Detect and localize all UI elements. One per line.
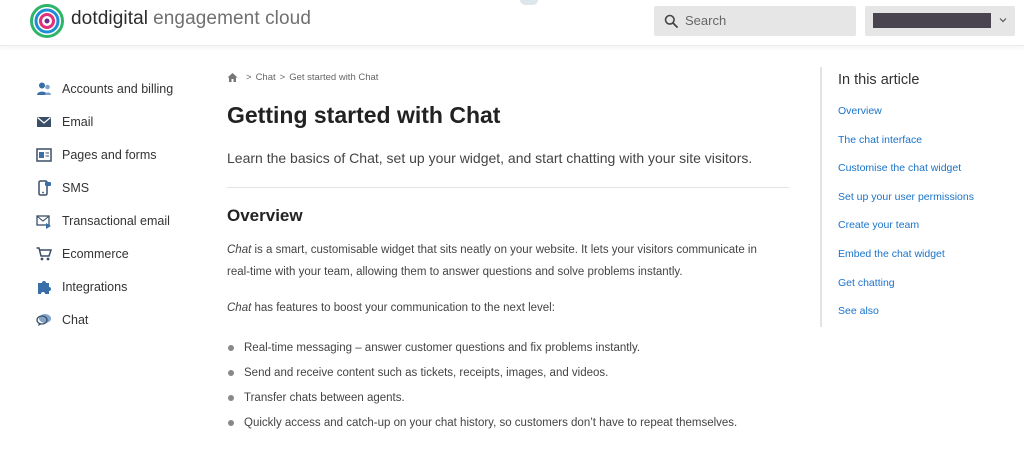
sidebar-item-label: Ecommerce: [62, 246, 129, 261]
sidebar-item-pages-and-forms[interactable]: Pages and forms: [36, 138, 226, 171]
toc-link-create-team[interactable]: Create your team: [838, 219, 919, 231]
article-main: > Chat > Get started with Chat Getting s…: [227, 68, 790, 435]
list-item: Quickly access and catch-up on your chat…: [227, 410, 790, 435]
toc-item: Set up your user permissions: [838, 191, 1010, 220]
paragraph-text: is a smart, customisable widget that sit…: [227, 244, 757, 278]
list-item-text: Quickly access and catch-up on your chat…: [244, 416, 738, 429]
overview-paragraph-1: Chat is a smart, customisable widget tha…: [227, 239, 782, 283]
top-indicator: [520, 0, 538, 5]
sidebar-item-label: Transactional email: [62, 213, 170, 228]
sidebar-item-accounts-and-billing[interactable]: Accounts and billing: [36, 72, 226, 105]
home-icon[interactable]: [227, 72, 238, 83]
bullet-icon: [228, 419, 234, 426]
chevron-down-icon: [999, 18, 1007, 23]
breadcrumb-link-chat[interactable]: Chat: [256, 72, 276, 83]
brand-secondary: engagement cloud: [153, 8, 312, 29]
brand-name[interactable]: dotdigital engagement cloud: [71, 8, 311, 30]
toc-link-customise-widget[interactable]: Customise the chat widget: [838, 162, 961, 174]
user-group-icon: [37, 82, 51, 95]
chat-bubble-icon: [36, 313, 51, 326]
toc-item: Customise the chat widget: [838, 162, 1010, 191]
bullet-icon: [228, 369, 234, 376]
toc-list: Overview The chat interface Customise th…: [838, 105, 1010, 334]
sidebar-item-label: Email: [62, 114, 94, 129]
article-lede: Learn the basics of Chat, set up your wi…: [227, 150, 753, 166]
toc-link-overview[interactable]: Overview: [838, 105, 882, 117]
top-header: dotdigital engagement cloud Search: [0, 0, 1024, 46]
user-menu[interactable]: [865, 6, 1015, 36]
list-item: Real-time messaging – answer customer qu…: [227, 335, 790, 360]
divider: [227, 187, 789, 188]
toc-item: Create your team: [838, 219, 1010, 248]
page-title: Getting started with Chat: [227, 102, 501, 128]
sidebar-item-label: Accounts and billing: [62, 81, 174, 96]
search-input[interactable]: Search: [654, 6, 856, 36]
list-item-text: Transfer chats between agents.: [244, 391, 405, 404]
breadcrumb: > Chat > Get started with Chat: [227, 68, 790, 86]
toc-link-chat-interface[interactable]: The chat interface: [838, 134, 922, 146]
toc-item: The chat interface: [838, 134, 1010, 163]
toc-link-embed-widget[interactable]: Embed the chat widget: [838, 248, 945, 260]
shopping-cart-icon: [36, 246, 52, 260]
sidebar-item-email[interactable]: Email: [36, 105, 226, 138]
sidebar-item-label: SMS: [62, 180, 90, 195]
chat-emphasis: Chat: [227, 302, 252, 314]
paragraph-text: has features to boost your communication…: [251, 302, 555, 314]
sidebar-item-transactional-email[interactable]: Transactional email: [36, 204, 226, 237]
bullet-icon: [228, 394, 234, 401]
breadcrumb-separator: >: [246, 71, 252, 83]
puzzle-piece-icon: [38, 280, 51, 294]
toc-link-user-permissions[interactable]: Set up your user permissions: [838, 191, 974, 203]
in-this-article-panel: In this article Overview The chat interf…: [820, 67, 1010, 327]
search-icon: [664, 14, 678, 28]
sidebar-item-label: Integrations: [62, 279, 128, 294]
sidebar-item-sms[interactable]: SMS: [36, 171, 226, 204]
search-placeholder: Search: [685, 13, 727, 28]
chat-emphasis: Chat: [227, 244, 252, 256]
toc-item: Embed the chat widget: [838, 248, 1010, 277]
sidebar-item-chat[interactable]: Chat: [36, 303, 226, 336]
overview-paragraph-2: Chat has features to boost your communic…: [227, 297, 782, 319]
list-item: Send and receive content such as tickets…: [227, 360, 790, 385]
brand-primary: dotdigital: [71, 8, 149, 29]
transactional-email-icon: [36, 214, 51, 229]
toc-link-get-chatting[interactable]: Get chatting: [838, 277, 895, 289]
page-icon: [36, 147, 52, 162]
toc-title: In this article: [838, 72, 920, 88]
section-heading-overview: Overview: [227, 206, 303, 225]
breadcrumb-current[interactable]: Get started with Chat: [289, 72, 378, 83]
toc-item: See also: [838, 305, 1010, 334]
sidebar-item-label: Chat: [62, 312, 89, 327]
user-name-redacted: [873, 13, 991, 28]
sidebar-nav: Accounts and billing Email Pages and for…: [36, 72, 226, 336]
toc-item: Overview: [838, 105, 1010, 134]
sidebar-item-label: Pages and forms: [62, 147, 157, 162]
toc-link-see-also[interactable]: See also: [838, 305, 879, 317]
envelope-icon: [37, 116, 51, 127]
list-item-text: Send and receive content such as tickets…: [244, 366, 609, 379]
toc-item: Get chatting: [838, 277, 1010, 306]
list-item: Transfer chats between agents.: [227, 385, 790, 410]
mobile-phone-icon: [38, 179, 51, 196]
sidebar-item-integrations[interactable]: Integrations: [36, 270, 226, 303]
feature-list: Real-time messaging – answer customer qu…: [227, 335, 790, 435]
list-item-text: Real-time messaging – answer customer qu…: [244, 341, 641, 354]
dotdigital-logo-icon[interactable]: [30, 4, 64, 38]
sidebar-item-ecommerce[interactable]: Ecommerce: [36, 237, 226, 270]
bullet-icon: [228, 344, 234, 351]
breadcrumb-separator: >: [279, 71, 286, 83]
